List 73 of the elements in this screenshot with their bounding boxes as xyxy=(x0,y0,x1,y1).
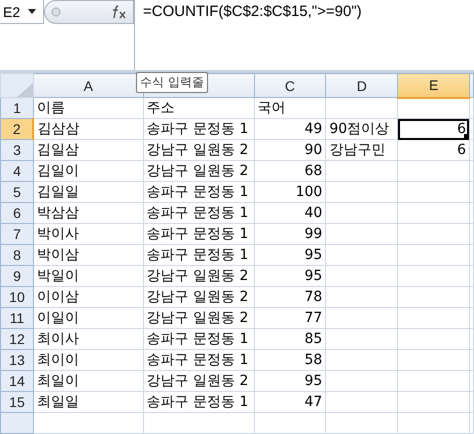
row-header[interactable]: 5 xyxy=(0,182,34,202)
table-cell: 송파구 문정동 1 xyxy=(143,118,254,140)
table-cell: 6 xyxy=(398,140,470,160)
table-cell: 58 xyxy=(254,350,326,370)
table-cell: 이름 xyxy=(33,98,144,118)
row-header[interactable]: 9 xyxy=(0,266,34,286)
table-cell: 47 xyxy=(254,392,326,412)
table-cell: 85 xyxy=(254,328,326,350)
table-cell: 68 xyxy=(254,160,326,182)
table-cell: 송파구 문정동 1 xyxy=(143,202,254,224)
table-cell: 송파구 문정동 1 xyxy=(143,244,254,266)
table-cell: 이일이 xyxy=(33,308,144,328)
table-cell: 95 xyxy=(254,266,326,286)
row-header[interactable]: 8 xyxy=(0,244,34,266)
table-cell: 강남구민 xyxy=(326,140,398,160)
row-header[interactable]: 4 xyxy=(0,160,34,182)
table-cell: 90점이상 xyxy=(326,118,398,140)
row-header[interactable]: 11 xyxy=(0,308,34,328)
row-header[interactable]: 13 xyxy=(0,350,34,370)
table-cell: 김삼삼 xyxy=(33,118,144,140)
table-cell: 강남구 일원동 2 xyxy=(143,286,254,308)
row-header[interactable]: 10 xyxy=(0,286,34,308)
table-cell: 박이삼 xyxy=(33,244,144,266)
table-cell: 최이사 xyxy=(33,328,144,350)
table-cell: 99 xyxy=(254,224,326,244)
column-header[interactable]: C xyxy=(254,74,326,98)
table-cell: 국어 xyxy=(254,98,326,118)
table-cell: 김일일 xyxy=(33,182,144,202)
table-cell: 95 xyxy=(254,370,326,392)
table-cell: 송파구 문정동 1 xyxy=(143,350,254,370)
table-cell: 강남구 일원동 2 xyxy=(143,370,254,392)
table-cell: 주소 xyxy=(143,98,254,118)
row-header[interactable]: 7 xyxy=(0,224,34,244)
row-header[interactable]: 6 xyxy=(0,202,34,224)
table-cell: 78 xyxy=(254,286,326,308)
table-cell: 김일삼 xyxy=(33,140,144,160)
formula-field[interactable]: =COUNTIF($C$2:$C$15,">=90") xyxy=(134,0,474,70)
tooltip: 수식 입력줄 xyxy=(136,72,208,93)
row-header[interactable]: 14 xyxy=(0,370,34,392)
row-header[interactable]: 3 xyxy=(0,140,34,160)
table-cell: 송파구 문정동 1 xyxy=(143,328,254,350)
triangle-icon xyxy=(16,83,32,96)
row-header[interactable]: 15 xyxy=(0,392,34,412)
column-header[interactable]: E xyxy=(398,74,470,98)
table-cell: 49 xyxy=(254,118,326,140)
table-cell: 강남구 일원동 2 xyxy=(143,266,254,286)
table-cell: 6 xyxy=(398,118,470,140)
table-cell: 송파구 문정동 1 xyxy=(143,392,254,412)
table-cell: 송파구 문정동 1 xyxy=(143,182,254,202)
table-cell: 강남구 일원동 2 xyxy=(143,160,254,182)
table-cell: 박삼삼 xyxy=(33,202,144,224)
row-header[interactable]: 12 xyxy=(0,328,34,350)
row-header[interactable]: 1 xyxy=(0,98,34,118)
table-cell: 90 xyxy=(254,140,326,160)
table-cell: 송파구 문정동 1 xyxy=(143,224,254,244)
column-header[interactable]: D xyxy=(326,74,398,98)
dropdown-icon[interactable] xyxy=(28,9,36,14)
table-cell: 강남구 일원동 2 xyxy=(143,308,254,328)
table-cell: 95 xyxy=(254,244,326,266)
table-cell: 이이삼 xyxy=(33,286,144,308)
table-cell: 김일이 xyxy=(33,160,144,182)
table-cell: 최일이 xyxy=(33,370,144,392)
table-cell: 박이사 xyxy=(33,224,144,244)
table-cell: 강남구 일원동 2 xyxy=(143,140,254,160)
table-cell: 최이이 xyxy=(33,350,144,370)
row-header[interactable]: 2 xyxy=(0,118,34,140)
table-cell: 77 xyxy=(254,308,326,328)
name-box[interactable]: E2 xyxy=(0,0,44,24)
table-cell: 100 xyxy=(254,182,326,202)
table-cell: 최일일 xyxy=(33,392,144,412)
table-cell: 박일이 xyxy=(33,266,144,286)
table-cell: 40 xyxy=(254,202,326,224)
resize-handle-icon[interactable] xyxy=(51,7,61,17)
